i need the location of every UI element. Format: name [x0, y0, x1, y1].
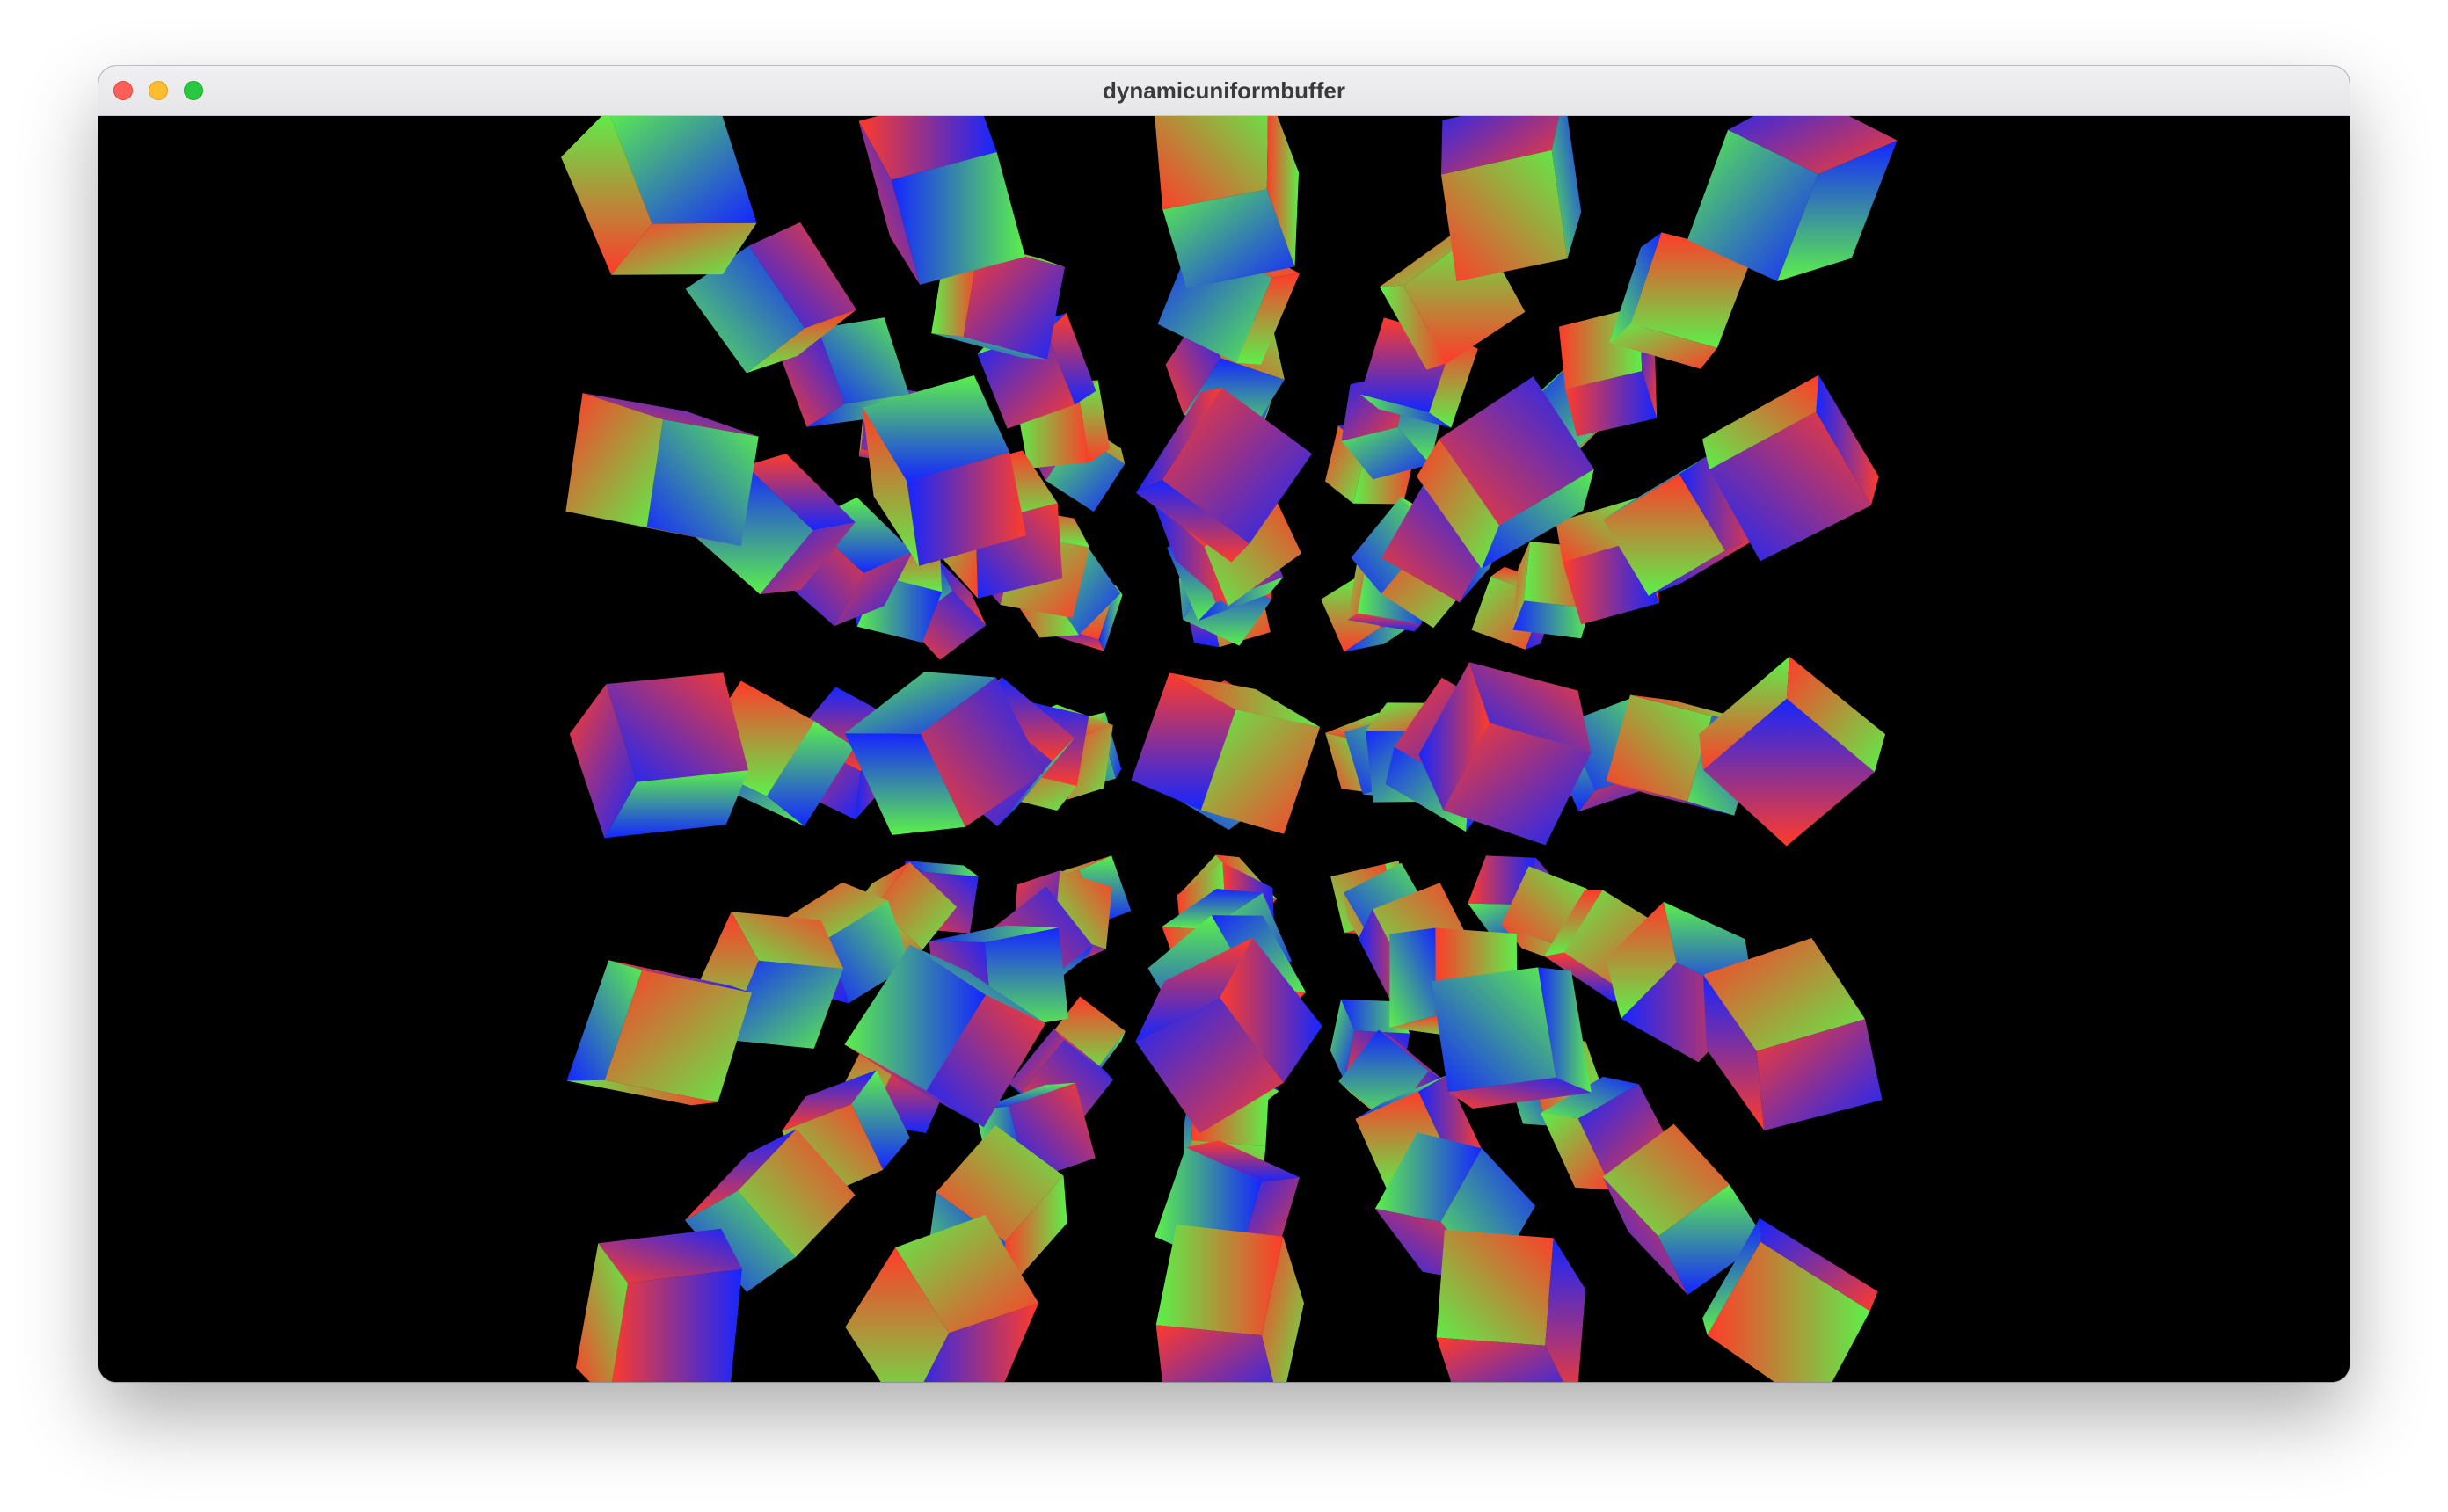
- window-title: dynamicuniformbuffer: [1103, 77, 1345, 104]
- cube-face: [612, 1268, 742, 1382]
- cube-face: [1436, 1230, 1554, 1346]
- cube-face: [1155, 1225, 1284, 1336]
- title-bar[interactable]: dynamicuniformbuffer: [98, 66, 2350, 116]
- cube-face: [646, 419, 759, 547]
- cube-face: [1389, 927, 1436, 1028]
- cube-face: [1432, 967, 1556, 1093]
- app-window: dynamicuniformbuffer: [98, 66, 2350, 1382]
- render-viewport[interactable]: [98, 116, 2350, 1382]
- cube-scene: [561, 116, 1898, 1382]
